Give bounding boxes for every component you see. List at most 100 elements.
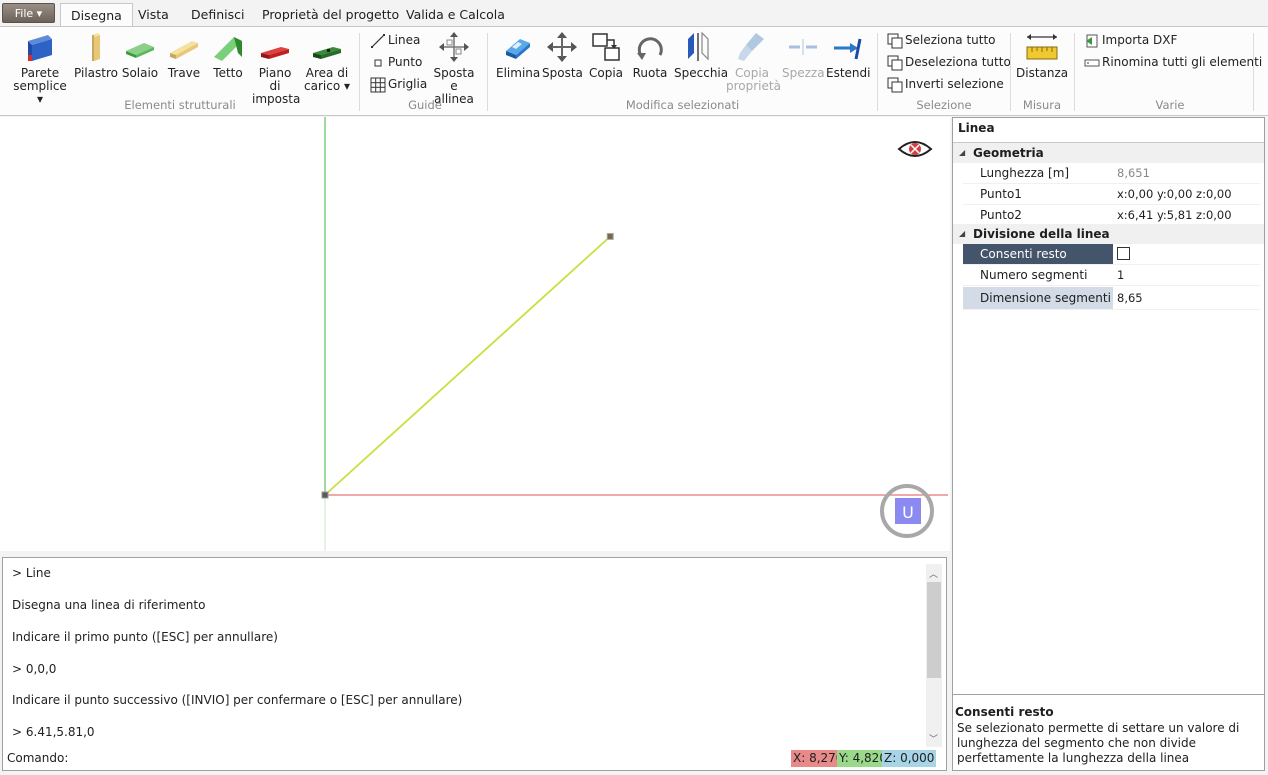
tab-proprieta-progetto[interactable]: Proprietà del progetto xyxy=(252,3,409,27)
sposta-allinea-button[interactable]: Sposta e allinea xyxy=(428,31,480,106)
rotate-icon xyxy=(637,37,663,60)
drawing-viewport[interactable]: U xyxy=(0,117,950,551)
properties-title: Linea xyxy=(958,121,995,135)
beam-icon xyxy=(170,41,198,59)
select-all-icon xyxy=(887,33,903,48)
group-label-strutturali: Elementi strutturali xyxy=(124,98,236,112)
properties-panel: Linea ◢ Geometria Lunghezza [m] 8,651 Pu… xyxy=(952,117,1265,771)
description-title: Consenti resto xyxy=(955,705,1054,719)
guide-griglia-button[interactable]: Griglia xyxy=(370,74,427,94)
tetto-button[interactable]: Tetto xyxy=(208,31,248,80)
ribbon-separator xyxy=(487,33,488,111)
property-row-numero-segmenti[interactable]: Numero segmenti 1 xyxy=(963,265,1260,286)
consenti-resto-checkbox[interactable] xyxy=(1117,244,1130,264)
property-row-lunghezza[interactable]: Lunghezza [m] 8,651 xyxy=(963,163,1260,184)
console-line: > 6.41,5.81,0 xyxy=(12,725,95,739)
group-label-guide: Guide xyxy=(408,98,442,112)
scroll-down-icon[interactable]: ﹀ xyxy=(929,732,938,745)
visibility-eye-icon[interactable] xyxy=(897,141,933,157)
line-end-grip[interactable] xyxy=(606,232,614,240)
description-text: Se selezionato permette di settare un va… xyxy=(957,721,1240,765)
distanza-button[interactable]: Distanza xyxy=(1016,31,1068,80)
ribbon-separator xyxy=(1074,33,1075,111)
pilastro-button[interactable]: Pilastro xyxy=(74,31,118,80)
group-label-varie: Varie xyxy=(1155,98,1185,112)
file-menu-button[interactable]: File ▾ xyxy=(2,3,55,23)
console-line: Disegna una linea di riferimento xyxy=(12,598,206,612)
import-icon xyxy=(1086,34,1098,47)
command-label: Comando: xyxy=(7,751,69,765)
trave-button[interactable]: Trave xyxy=(164,31,204,80)
grid-icon xyxy=(370,77,386,92)
category-geometria[interactable]: ◢ Geometria xyxy=(953,143,1264,163)
console-scrollbar[interactable]: ︿ ﹀ xyxy=(926,564,942,747)
ucs-label: U xyxy=(902,503,914,522)
invert-selection-icon xyxy=(887,77,903,92)
spezza-button[interactable]: Spezza xyxy=(782,31,825,80)
copia-button[interactable]: Copia xyxy=(586,31,626,80)
solaio-button[interactable]: Solaio xyxy=(120,31,160,80)
console-line: Indicare il primo punto ([ESC] per annul… xyxy=(12,630,278,644)
specchia-button[interactable]: Specchia xyxy=(674,31,728,80)
property-row-dimensione-segmenti[interactable]: Dimensione segmenti 8,65 xyxy=(963,287,1260,310)
group-label-misura: Misura xyxy=(1022,98,1062,112)
piano-imposta-button[interactable]: Piano di imposta xyxy=(252,31,300,106)
foundation-plane-icon xyxy=(261,47,289,59)
move-align-icon xyxy=(439,32,469,62)
property-row-punto2[interactable]: Punto2 x:6,41 y:5,81 z:0,00 xyxy=(963,205,1260,226)
estendi-button[interactable]: Estendi xyxy=(826,31,870,80)
category-divisione-linea[interactable]: ◢ Divisione della linea xyxy=(953,224,1264,244)
tab-valida-calcola[interactable]: Valida e Calcola xyxy=(396,3,515,27)
group-label-modifica: Modifica selezionati xyxy=(625,98,740,112)
scrollbar-thumb[interactable] xyxy=(927,582,941,678)
tab-vista[interactable]: Vista xyxy=(128,3,179,27)
collapse-triangle-icon[interactable]: ◢ xyxy=(959,143,965,163)
ribbon-tab-bar: File ▾ Disegna Vista Definisci Proprietà… xyxy=(0,0,1268,28)
rinomina-elementi-button[interactable]: Rinomina tutti gli elementi xyxy=(1084,52,1262,72)
console-line: > 0,0,0 xyxy=(12,662,57,676)
copia-proprieta-button[interactable]: Copia proprietà xyxy=(726,31,781,93)
ribbon-separator xyxy=(1253,33,1254,111)
extend-icon xyxy=(834,38,862,60)
paintbrush-icon xyxy=(738,33,764,61)
command-console[interactable]: > Line Disegna una linea di riferimento … xyxy=(2,557,947,771)
reference-line[interactable] xyxy=(324,235,611,496)
ruota-button[interactable]: Ruota xyxy=(630,31,670,80)
property-description: Consenti resto Se selezionato permette d… xyxy=(953,694,1264,770)
property-row-punto1[interactable]: Punto1 x:0,00 y:0,00 z:0,00 xyxy=(963,184,1260,205)
deselect-all-icon xyxy=(887,55,903,70)
seleziona-tutto-button[interactable]: Seleziona tutto xyxy=(887,30,996,50)
rename-icon xyxy=(1084,59,1100,66)
property-row-consenti-resto[interactable]: Consenti resto xyxy=(963,244,1260,265)
inverti-selezione-button[interactable]: Inverti selezione xyxy=(887,74,1004,94)
elimina-button[interactable]: Elimina xyxy=(496,31,540,80)
ucs-icon[interactable]: U xyxy=(880,484,934,538)
roof-icon xyxy=(214,37,242,61)
wall-icon xyxy=(28,35,52,61)
group-label-selezione: Selezione xyxy=(916,98,972,112)
ribbon-separator xyxy=(1010,33,1011,111)
guide-punto-button[interactable]: Punto xyxy=(370,52,422,72)
deseleziona-tutto-button[interactable]: Deseleziona tutto xyxy=(887,52,1011,72)
importa-dxf-button[interactable]: Importa DXF xyxy=(1084,30,1177,50)
ribbon-separator xyxy=(359,33,360,111)
ribbon: Parete semplice ▾ Pilastro Solaio Trave xyxy=(0,26,1268,116)
tab-disegna[interactable]: Disegna xyxy=(60,3,133,28)
drawing-canvas[interactable]: U xyxy=(0,117,950,551)
column-icon xyxy=(92,33,100,61)
parete-semplice-button[interactable]: Parete semplice ▾ xyxy=(10,31,70,106)
sposta-button[interactable]: Sposta xyxy=(542,31,583,80)
guide-linea-button[interactable]: Linea xyxy=(370,30,420,50)
tab-definisci[interactable]: Definisci xyxy=(181,3,254,27)
slab-icon xyxy=(126,43,154,58)
collapse-triangle-icon[interactable]: ◢ xyxy=(959,224,965,244)
eraser-icon xyxy=(506,39,530,59)
scroll-up-icon[interactable]: ︿ xyxy=(929,567,938,580)
line-start-grip[interactable] xyxy=(321,491,329,499)
break-icon xyxy=(789,39,817,55)
area-carico-button[interactable]: Area di carico ▾ xyxy=(302,31,352,93)
console-line: Indicare il punto successivo ([INVIO] pe… xyxy=(12,693,463,707)
mirror-icon xyxy=(688,31,709,61)
copy-icon xyxy=(592,33,620,61)
load-area-icon xyxy=(313,47,341,59)
